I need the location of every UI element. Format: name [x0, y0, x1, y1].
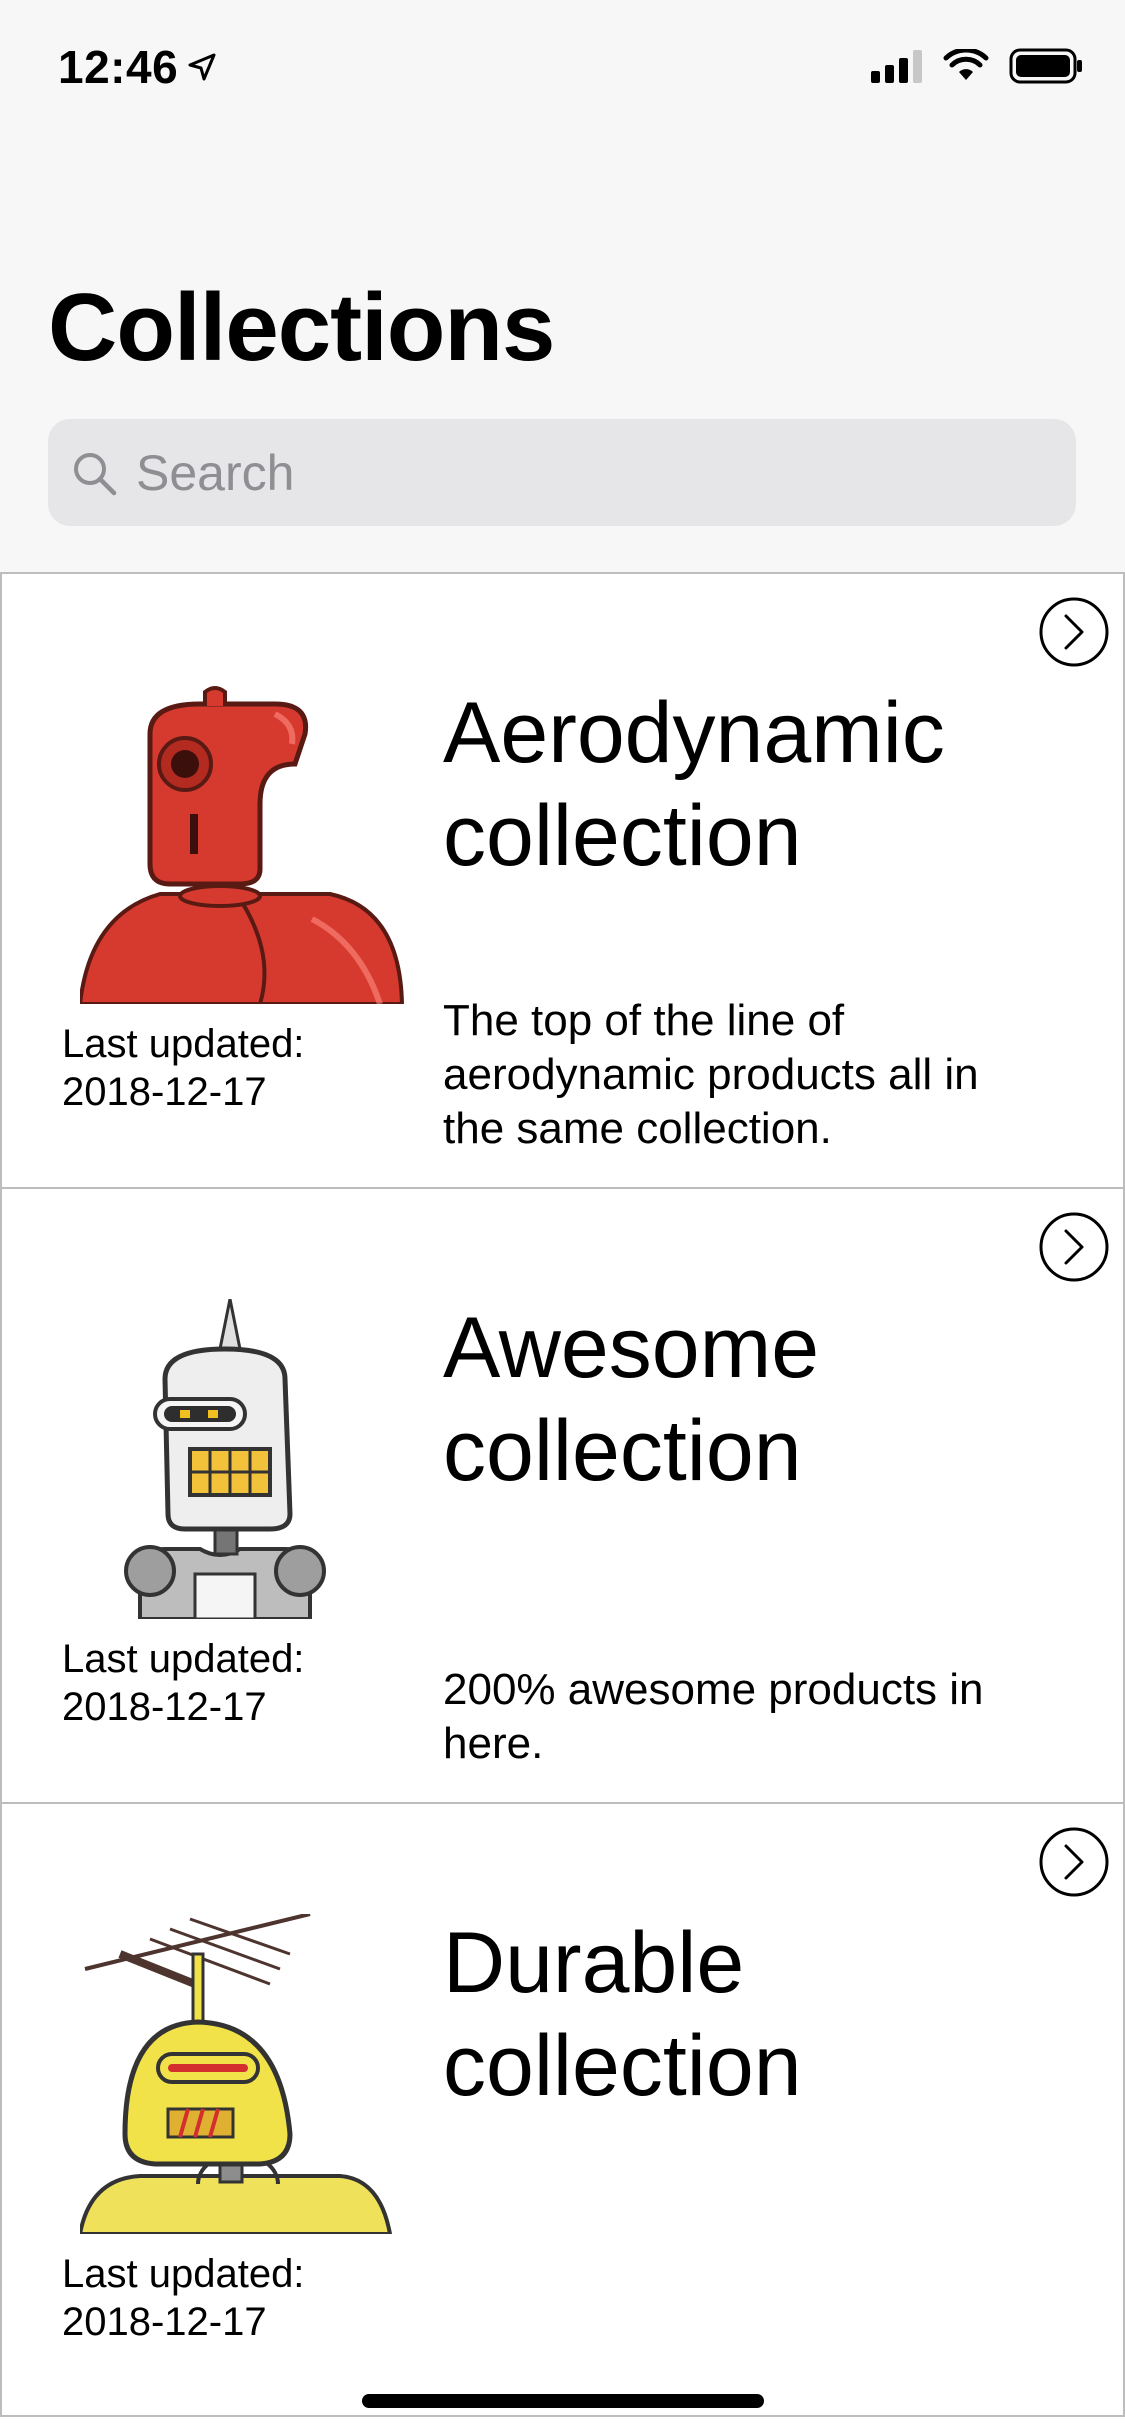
status-bar-time: 12:46 [58, 40, 218, 94]
collection-title: Aerodynamic collection [443, 685, 945, 884]
collection-description: 200% awesome products in here. [443, 1665, 984, 1768]
search-bar[interactable]: Search [48, 419, 1076, 526]
last-updated-label: Last updated: [62, 1022, 305, 1066]
white-robot-illustration [124, 1299, 326, 1619]
chevron-right-circle-icon[interactable] [1038, 596, 1110, 668]
collection-card[interactable]: Last updated: 2018-12-17 Aerodynamic col… [0, 572, 1125, 1187]
red-robot-illustration [80, 686, 405, 1004]
yellow-robot-illustration [80, 1914, 393, 2234]
last-updated-date: 2018-12-17 [62, 1685, 267, 1729]
last-updated-label: Last updated: [62, 1637, 305, 1681]
wifi-icon [943, 49, 989, 80]
last-updated: Last updated: 2018-12-17 [62, 2250, 392, 2346]
search-icon [74, 452, 117, 495]
last-updated-date: 2018-12-17 [62, 2300, 267, 2344]
cellular-signal-icon [871, 50, 922, 83]
battery-icon [1009, 48, 1082, 84]
location-arrow-icon [188, 53, 216, 81]
search-placeholder[interactable]: Search [136, 444, 294, 502]
collection-card[interactable]: Last updated: 2018-12-17 Awesome collect… [0, 1187, 1125, 1802]
chevron-right-circle-icon[interactable] [1038, 1826, 1110, 1898]
last-updated: Last updated: 2018-12-17 [62, 1635, 392, 1731]
collection-description: The top of the line of aerodynamic produ… [443, 996, 979, 1153]
chevron-right-circle-icon[interactable] [1038, 1211, 1110, 1283]
page-title: Collections [48, 274, 555, 381]
status-bar-indicators [871, 48, 1083, 84]
last-updated-label: Last updated: [62, 2252, 305, 2296]
last-updated: Last updated: 2018-12-17 [62, 1020, 392, 1116]
home-indicator[interactable] [362, 2394, 764, 2408]
last-updated-date: 2018-12-17 [62, 1070, 267, 1114]
time-label: 12:46 [58, 41, 179, 93]
collections-list: Last updated: 2018-12-17 Aerodynamic col… [0, 572, 1125, 2417]
collection-title: Durable collection [443, 1915, 802, 2114]
navigation-header: 12:46 Collections Search [0, 0, 1125, 572]
collection-card[interactable]: Last updated: 2018-12-17 Durable collect… [0, 1802, 1125, 2417]
collection-title: Awesome collection [443, 1300, 820, 1499]
